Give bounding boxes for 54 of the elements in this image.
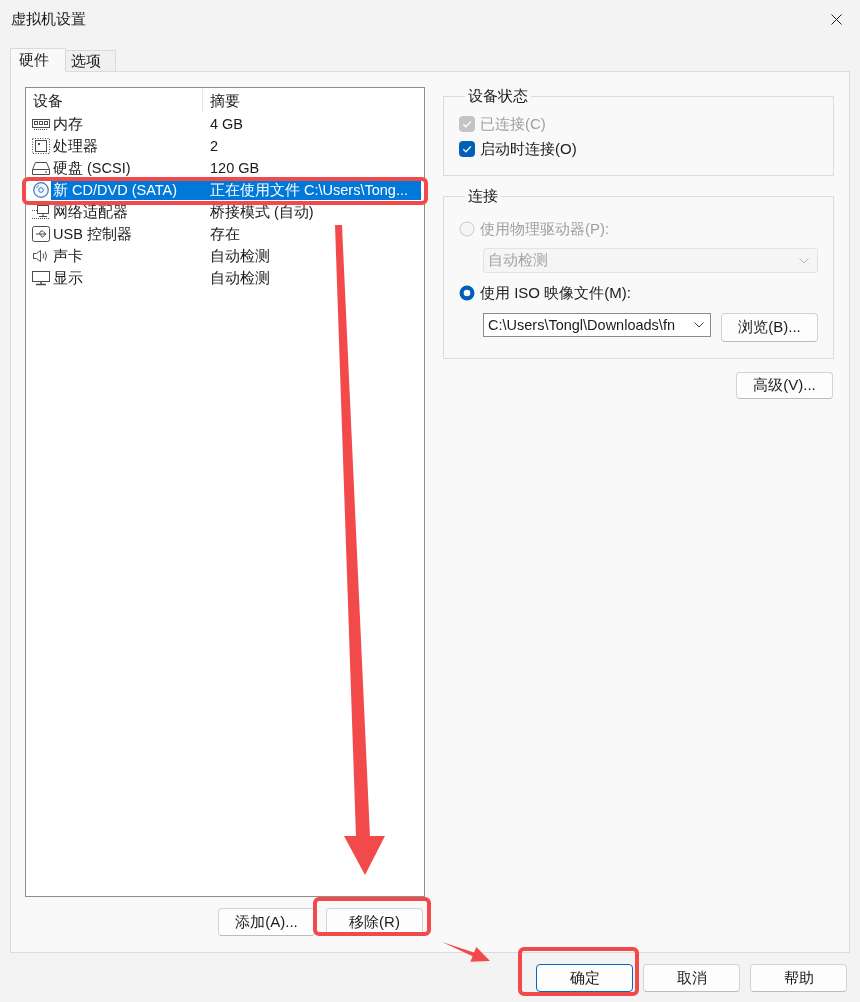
group-title: 设备状态	[467, 87, 529, 105]
close-icon[interactable]	[831, 13, 842, 25]
device-name: USB 控制器	[53, 225, 133, 243]
device-row[interactable]: 显示 自动检测	[26, 267, 421, 289]
device-name: 内存	[53, 115, 84, 133]
usb-icon	[31, 226, 51, 242]
path-combobox[interactable]: C:\Users\Tongl\Downloads\fn	[483, 313, 711, 337]
device-row[interactable]: 声卡 自动检测	[26, 245, 421, 267]
column-header[interactable]: 摘要	[203, 89, 424, 113]
device-summary: 桥接模式 (自动)	[210, 203, 314, 221]
checkbox-label: 已连接(C)	[480, 114, 546, 133]
checkbox[interactable]	[459, 140, 475, 157]
tab[interactable]: 选项	[66, 50, 116, 71]
device-name: 网络适配器	[53, 203, 129, 221]
network-icon	[31, 204, 51, 220]
device-summary: 120 GB	[210, 159, 260, 177]
radio-label: 使用 ISO 映像文件(M):	[480, 284, 631, 302]
device-summary: 2	[210, 137, 219, 155]
group-title: 连接	[467, 187, 499, 205]
device-row[interactable]: 内存 4 GB	[26, 113, 421, 135]
radio-label: 使用物理驱动器(P):	[480, 220, 610, 238]
checkbox-label: 启动时连接(O)	[480, 139, 577, 158]
device-row[interactable]: USB 控制器 存在	[26, 223, 421, 245]
window-title: 虚拟机设置	[11, 9, 86, 29]
device-summary: 4 GB	[210, 115, 244, 133]
dialog-button[interactable]: 取消	[643, 964, 740, 992]
device-summary: 正在使用文件 C:\Users\Tong...	[210, 181, 408, 199]
annotation-arrow	[440, 940, 492, 964]
disc-icon	[31, 182, 51, 198]
device-name: 新 CD/DVD (SATA)	[53, 181, 179, 199]
browse-button[interactable]: 浏览(B)...	[721, 313, 818, 342]
device-row[interactable]: 硬盘 (SCSI) 120 GB	[26, 157, 421, 179]
memory-icon	[31, 116, 51, 132]
radio-button[interactable]	[459, 285, 475, 301]
drive-icon	[31, 160, 51, 176]
chevron-icon	[694, 322, 704, 328]
column-header[interactable]: 设备	[26, 89, 203, 113]
list-button[interactable]: 添加(A)...	[218, 908, 315, 936]
chip-icon	[31, 138, 51, 154]
device-summary: 自动检测	[210, 269, 270, 287]
advanced-button[interactable]: 高级(V)...	[736, 372, 833, 399]
device-name: 处理器	[53, 137, 99, 155]
device-row[interactable]: 网络适配器 桥接模式 (自动)	[26, 201, 421, 223]
chevron-icon	[799, 257, 809, 264]
device-name: 声卡	[53, 247, 84, 265]
device-name: 显示	[53, 269, 84, 287]
device-summary: 存在	[210, 225, 240, 243]
dialog-button[interactable]: 确定	[536, 964, 633, 992]
monitor-icon	[31, 270, 51, 286]
device-name: 硬盘 (SCSI)	[53, 159, 132, 177]
device-row[interactable]: 处理器 2	[26, 135, 421, 157]
dialog-button[interactable]: 帮助	[750, 964, 847, 992]
device-summary: 自动检测	[210, 247, 270, 265]
tab[interactable]: 硬件	[10, 48, 66, 72]
